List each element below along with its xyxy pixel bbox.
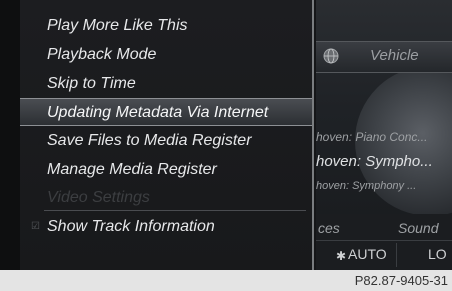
menu-item-playback-mode[interactable]: Playback Mode [20,41,312,69]
track-list-item[interactable]: hoven: Symphony ... [316,180,416,192]
globe-icon [323,48,339,64]
menu-item-play-more-like-this[interactable]: Play More Like This [20,12,312,40]
climate-temperature-label[interactable]: LO [428,246,447,262]
divider [396,243,397,267]
fan-icon: ✱ [336,249,347,263]
menu-item-label: Skip to Time [47,75,136,92]
climate-auto-label[interactable]: AUTO [348,246,387,262]
menu-item-label: Updating Metadata Via Internet [47,104,269,121]
left-edge-strip [0,0,20,270]
track-list-item-current[interactable]: hoven: Sympho... [316,153,433,170]
options-menu: Play More Like This Playback Mode Skip t… [20,0,314,270]
menu-item-skip-to-time[interactable]: Skip to Time [20,70,312,98]
menu-item-label: Manage Media Register [47,161,217,178]
menu-item-label: Video Settings [47,189,150,206]
menu-item-save-files[interactable]: Save Files to Media Register [20,127,312,155]
menu-divider [44,210,306,211]
vehicle-tab[interactable]: Vehicle [370,47,419,64]
menu-item-label: Save Files to Media Register [47,132,252,149]
check-icon: ☑ [31,221,40,232]
figure-reference: P82.87-9405-31 [354,273,448,288]
figure-footer: P82.87-9405-31 [0,270,452,291]
menu-item-video-settings: Video Settings [20,184,312,212]
divider [316,240,452,241]
track-list-item[interactable]: hoven: Piano Conc... [316,130,427,144]
media-screen: Vehicle hoven: Piano Conc... hoven: Symp… [0,0,452,270]
menu-item-manage-media-register[interactable]: Manage Media Register [20,156,312,184]
sources-tab[interactable]: ces [318,220,340,236]
menu-item-label: Playback Mode [47,46,157,63]
menu-item-label: Play More Like This [47,17,188,34]
menu-item-updating-metadata[interactable]: Updating Metadata Via Internet [20,98,312,126]
sound-tab[interactable]: Sound [398,220,438,236]
menu-item-show-track-information[interactable]: ☑ Show Track Information [20,213,312,241]
menu-item-label: Show Track Information [47,218,215,235]
